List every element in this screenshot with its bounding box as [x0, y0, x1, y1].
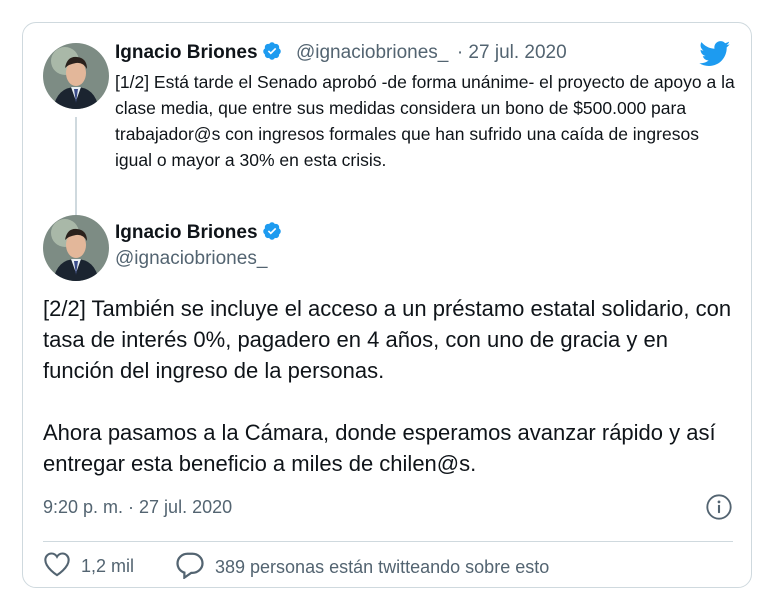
twitter-bird-icon[interactable]	[699, 41, 731, 72]
conversation-link[interactable]: 389 personas están twitteando sobre esto	[175, 551, 549, 584]
quoted-tweet-text: [1/2] Está tarde el Senado aprobó -de fo…	[115, 72, 735, 170]
avatar[interactable]	[43, 215, 109, 281]
quoted-header: Ignacio Briones @ignaciobriones_ · 27 ju…	[115, 41, 567, 64]
conversation-text: 389 personas están twitteando sobre esto	[215, 557, 550, 577]
heart-icon	[43, 551, 81, 582]
tweet-card: Ignacio Briones @ignaciobriones_ · 27 ju…	[22, 22, 752, 588]
divider	[43, 541, 733, 542]
verified-badge-icon	[262, 221, 282, 241]
reply-bubble-icon	[175, 551, 215, 584]
author-handle[interactable]: @ignaciobriones_	[115, 248, 282, 270]
author-name[interactable]: Ignacio Briones	[115, 42, 258, 63]
tweet-date[interactable]: · 27 jul. 2020	[457, 42, 567, 63]
like-count: 1,2 mil	[81, 556, 135, 576]
avatar[interactable]	[43, 43, 109, 109]
author-name[interactable]: Ignacio Briones	[115, 222, 258, 243]
like-button[interactable]: 1,2 mil	[43, 551, 134, 582]
info-icon[interactable]	[705, 493, 733, 526]
main-author: Ignacio Briones @ignaciobriones_	[115, 221, 282, 270]
tweet-timestamp[interactable]: 9:20 p. m. · 27 jul. 2020	[43, 497, 232, 518]
main-tweet-text: [2/2] También se incluye el acceso a un …	[43, 296, 732, 476]
author-handle[interactable]: @ignaciobriones_	[296, 42, 448, 63]
thread-line	[75, 117, 77, 225]
verified-badge-icon	[262, 41, 282, 61]
